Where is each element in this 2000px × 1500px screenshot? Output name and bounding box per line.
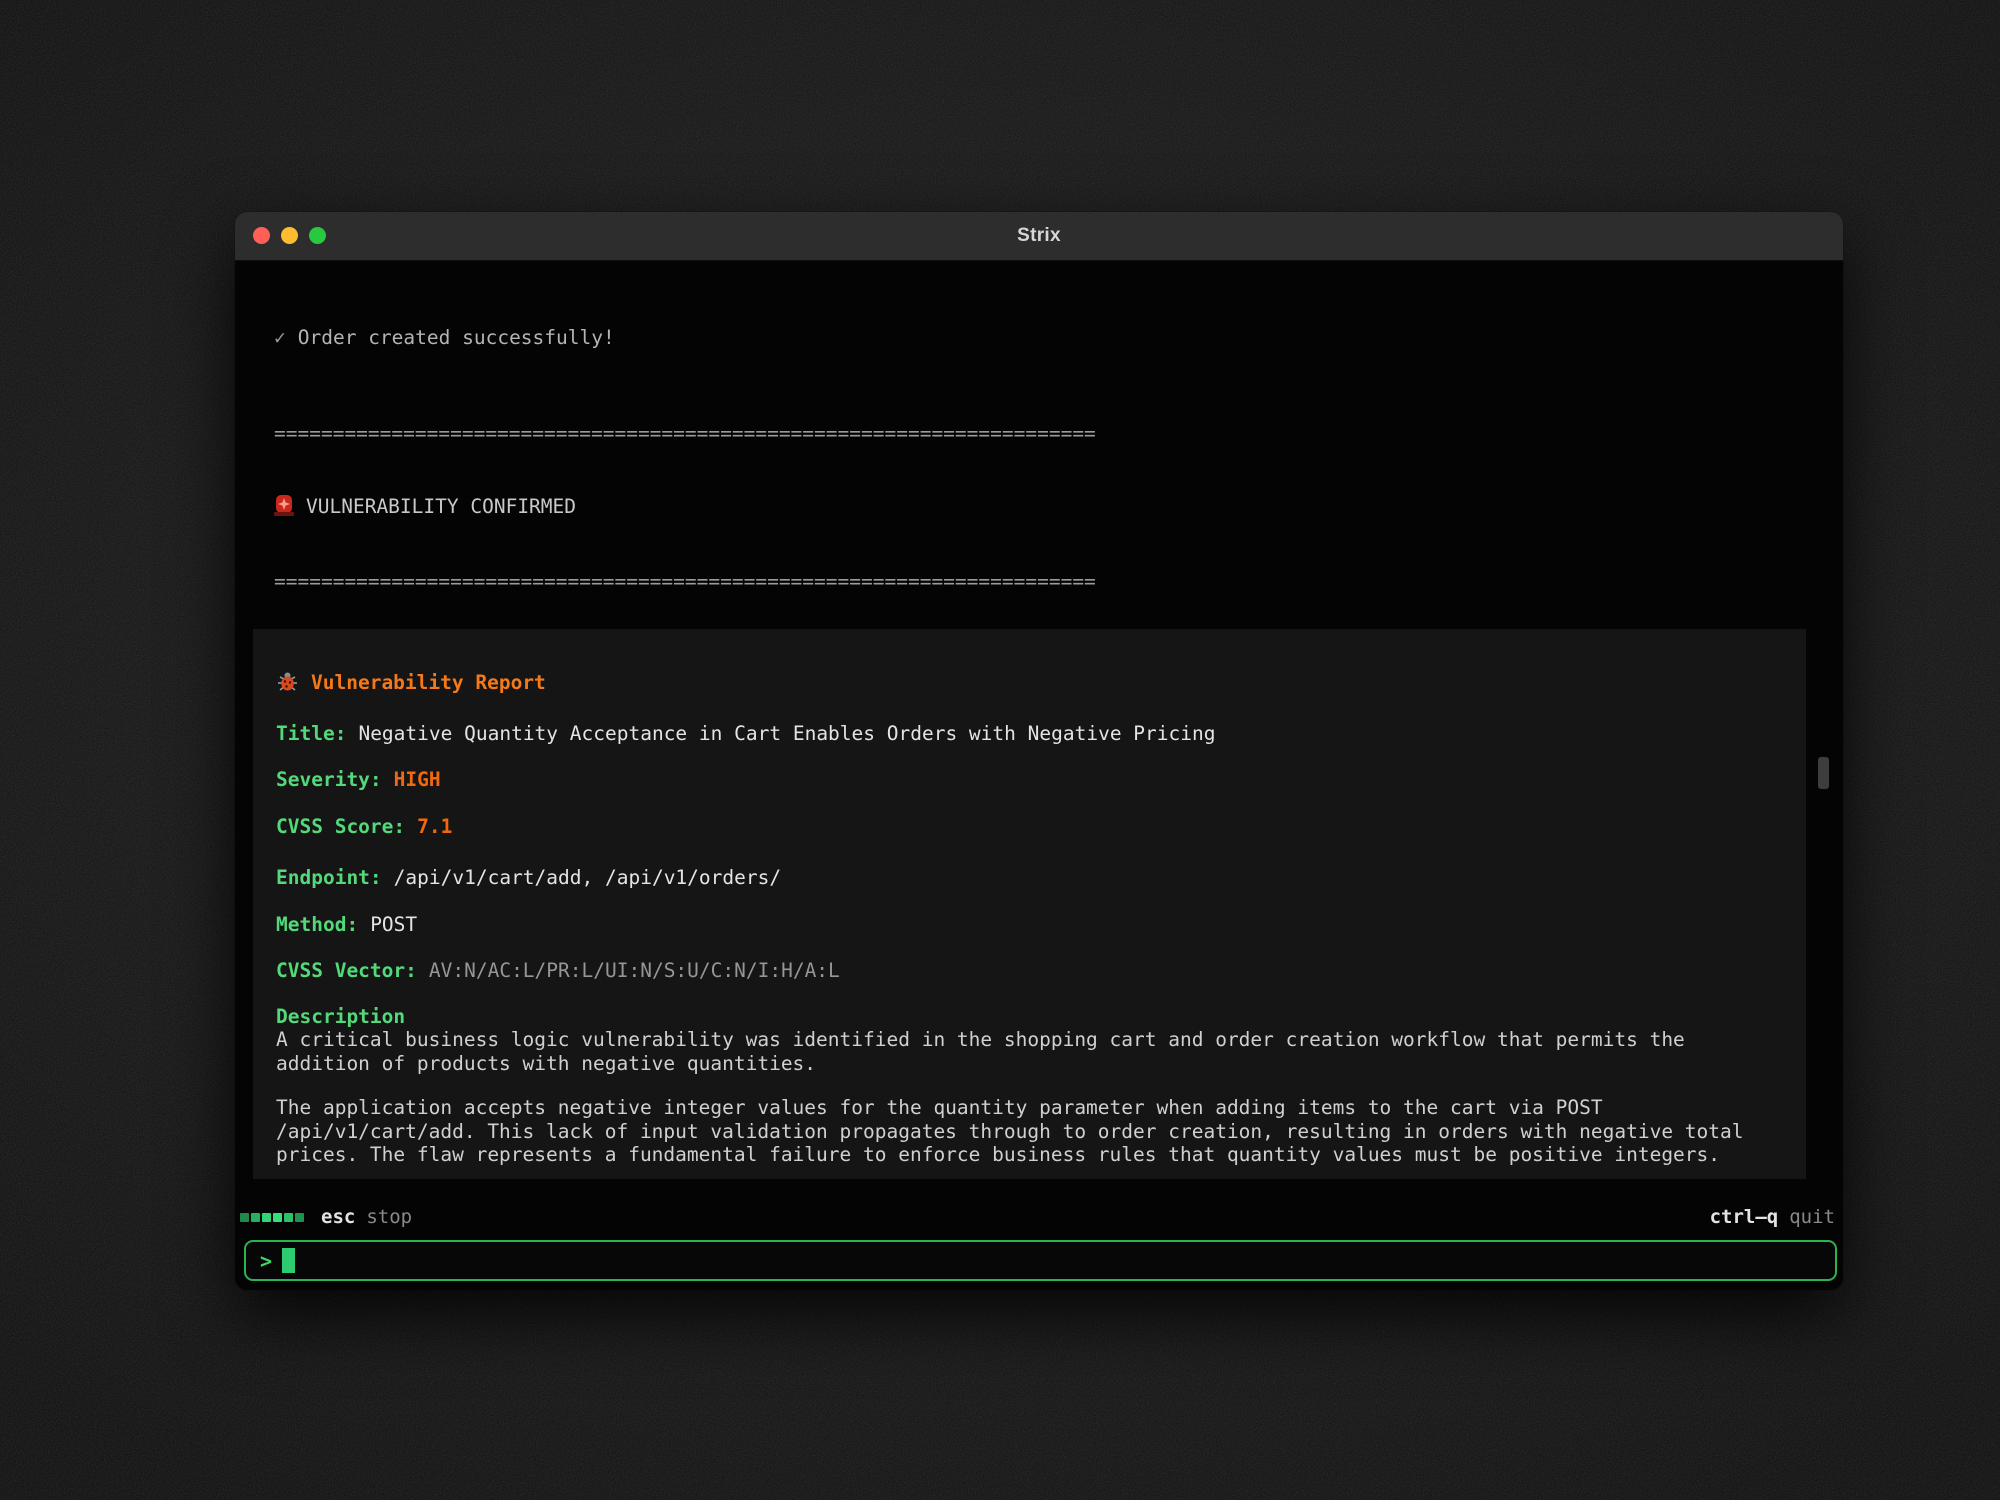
field-value: HIGH <box>394 768 441 791</box>
status-bar: esc stop ctrl–q quit <box>240 1204 1835 1230</box>
field-value: AV:N/AC:L/PR:L/UI:N/S:U/C:N/I:H/A:L <box>429 959 840 982</box>
stop-action-label: stop <box>366 1206 412 1228</box>
order-created-text: Order created successfully! <box>298 326 615 349</box>
field-value: 7.1 <box>417 815 452 838</box>
spinner-dot <box>295 1213 304 1222</box>
order-created-line: ✓ Order created successfully! <box>274 326 1813 350</box>
vulnerability-report-panel: Vulnerability Report Title: Negative Quan… <box>253 629 1806 1179</box>
field-label: Severity: <box>276 768 382 791</box>
vuln-confirmed-line: VULNERABILITY CONFIRMED <box>274 494 1813 522</box>
spinner-dot <box>240 1213 249 1222</box>
report-field-severity: Severity: HIGH <box>276 768 1781 792</box>
description-paragraph: A critical business logic vulnerability … <box>276 1028 1781 1075</box>
report-field-cvss-vector: CVSS Vector: AV:N/AC:L/PR:L/UI:N/S:U/C:N/… <box>276 959 1781 983</box>
report-field-method: Method: POST <box>276 913 1781 937</box>
text-cursor <box>282 1248 295 1273</box>
ctrl-q-key-hint: ctrl–q <box>1710 1206 1779 1228</box>
bug-icon <box>276 671 299 698</box>
field-label: Method: <box>276 913 358 936</box>
spinner-dot <box>262 1213 271 1222</box>
field-label: Title: <box>276 722 346 745</box>
separator-line: ========================================… <box>274 570 1813 594</box>
vuln-confirmed-label: VULNERABILITY CONFIRMED <box>306 495 576 518</box>
report-field-title: Title: Negative Quantity Acceptance in Ca… <box>276 722 1781 746</box>
description-paragraph: The application accepts negative integer… <box>276 1096 1781 1167</box>
separator-line: ========================================… <box>274 422 1813 446</box>
siren-icon <box>274 494 294 522</box>
prompt-symbol: > <box>260 1249 272 1273</box>
report-heading-line: Vulnerability Report <box>276 671 1781 698</box>
description-heading: Description <box>276 1005 1781 1029</box>
field-value: Negative Quantity Acceptance in Cart Ena… <box>358 722 1215 745</box>
status-left: esc stop <box>240 1206 412 1228</box>
spinner-dot <box>273 1213 282 1222</box>
window-titlebar[interactable]: Strix <box>235 212 1843 261</box>
field-label: Endpoint: <box>276 866 382 889</box>
check-icon: ✓ <box>274 326 286 349</box>
terminal-window: Strix ✓ Order created successfully! =====… <box>235 212 1843 1290</box>
scrollbar-thumb[interactable] <box>1818 757 1829 789</box>
report-field-endpoint: Endpoint: /api/v1/cart/add, /api/v1/order… <box>276 866 1781 890</box>
spinner-dot <box>284 1213 293 1222</box>
report-field-cvss-score: CVSS Score: 7.1 <box>276 815 1781 839</box>
spinner-dot <box>251 1213 260 1222</box>
spinner-icon <box>240 1213 304 1222</box>
field-value: POST <box>370 913 417 936</box>
esc-key-hint: esc <box>321 1206 355 1228</box>
field-value: /api/v1/cart/add, /api/v1/orders/ <box>394 866 781 889</box>
desktop-background: Strix ✓ Order created successfully! =====… <box>0 0 2000 1500</box>
quit-action-label: quit <box>1789 1206 1835 1228</box>
field-label: CVSS Score: <box>276 815 405 838</box>
report-heading: Vulnerability Report <box>311 671 546 694</box>
field-label: CVSS Vector: <box>276 959 417 982</box>
window-title: Strix <box>235 212 1843 260</box>
status-right: ctrl–q quit <box>1710 1206 1835 1228</box>
command-input[interactable]: > <box>244 1240 1837 1281</box>
